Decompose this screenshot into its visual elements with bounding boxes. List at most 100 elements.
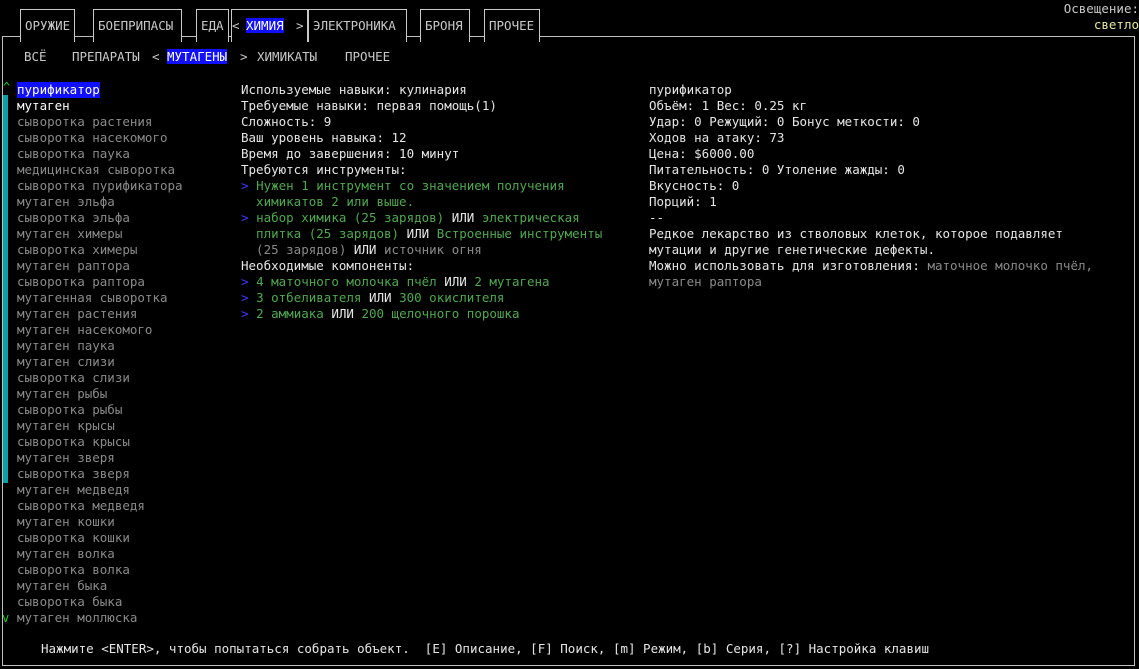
- item_info-text: Порций: 1: [649, 194, 717, 209]
- item_info-text: маточное молочко пчёл,: [927, 258, 1094, 273]
- recipe-list-item[interactable]: мутаген крысы: [17, 418, 115, 434]
- recipe-list-item[interactable]: сыворотка волка: [17, 562, 130, 578]
- recipe-list-item[interactable]: мутаген: [17, 98, 70, 114]
- recipe-list-item[interactable]: мутаген быка: [17, 578, 107, 594]
- requirements-text: (25 зарядов): [241, 242, 347, 257]
- tab-chemistry-label: ХИМИЯ: [246, 18, 284, 33]
- recipe-list-item[interactable]: мутаген химеры: [17, 226, 122, 242]
- recipe-list-item[interactable]: сыворотка крысы: [17, 434, 130, 450]
- requirements-line: > 3 отбеливателя ИЛИ 300 окислителя: [241, 290, 504, 306]
- requirements-line: плитка (25 зарядов) ИЛИ Встроенные инстр…: [241, 226, 602, 242]
- recipe-list-item[interactable]: сыворотка химеры: [17, 242, 137, 258]
- recipe-list-item[interactable]: мутагенная сыворотка: [17, 290, 168, 306]
- requirements-text: 4 маточного молочка пчёл: [256, 274, 437, 289]
- recipe-list-item[interactable]: мутаген медведя: [17, 482, 130, 498]
- requirements-text: >: [241, 178, 257, 193]
- scroll-down-icon[interactable]: v: [2, 611, 9, 625]
- tab-electronics-label: ЭЛЕКТРОНИКА: [313, 18, 396, 33]
- subtab-mutagens[interactable]: МУТАГЕНЫ: [167, 49, 228, 64]
- tab-ammo[interactable]: БОЕПРИПАСЫ: [93, 9, 182, 42]
- recipe-list-item[interactable]: мутаген растения: [17, 306, 137, 322]
- recipe-list-item[interactable]: мутаген волка: [17, 546, 115, 562]
- recipe-list-item[interactable]: мутаген зверя: [17, 450, 115, 466]
- requirements-text: >: [241, 306, 257, 321]
- subtab-drugs[interactable]: ПРЕПАРАТЫ: [72, 49, 140, 64]
- item_info-line: --: [649, 210, 664, 226]
- recipe-list-item[interactable]: сыворотка зверя: [17, 466, 130, 482]
- requirements-text: Необходимые компоненты:: [241, 258, 415, 273]
- recipe-list-item[interactable]: сыворотка медведя: [17, 498, 145, 514]
- recipe-list-item[interactable]: сыворотка эльфа: [17, 210, 130, 226]
- tab-other[interactable]: ПРОЧЕЕ: [484, 9, 540, 42]
- requirements-text: химикатов 2 или выше.: [241, 194, 415, 209]
- requirements-text: Сложность: 9: [241, 114, 332, 129]
- recipe-list-item[interactable]: мутаген паука: [17, 338, 115, 354]
- recipe-list-item[interactable]: сыворотка паука: [17, 146, 130, 162]
- requirements-text: ИЛИ: [323, 306, 362, 321]
- requirements-line: > Нужен 1 инструмент со значением получе…: [241, 178, 565, 194]
- recipe-list-item[interactable]: сыворотка быка: [17, 594, 122, 610]
- requirements-text: ИЛИ: [444, 210, 482, 225]
- recipe-list-item[interactable]: мутаген рыбы: [17, 386, 107, 402]
- item_info-line: Ходов на атаку: 73: [649, 130, 784, 146]
- requirements-text: 200 щелочного порошка: [361, 306, 520, 321]
- requirements-line: Необходимые компоненты:: [241, 258, 414, 274]
- requirements-text: ИЛИ: [361, 290, 400, 305]
- tab-ammo-label: БОЕПРИПАСЫ: [98, 18, 174, 33]
- recipe-list-item[interactable]: сыворотка растения: [17, 114, 152, 130]
- requirements-text: плитка (25 зарядов): [241, 226, 400, 241]
- tab-chemistry[interactable]: < ХИМИЯ >: [231, 9, 308, 42]
- requirements-line: > 4 маточного молочка пчёл ИЛИ 2 мутаген…: [241, 274, 550, 290]
- requirements-text: источник огня: [384, 242, 482, 257]
- item_info-line: Объём: 1 Вес: 0.25 кг: [649, 98, 807, 114]
- tab-weapons[interactable]: ОРУЖИЕ: [20, 9, 75, 42]
- item_info-text: Объём: 1 Вес: 0.25 кг: [649, 98, 808, 113]
- item_info-text: Цена: $6000.00: [649, 146, 755, 161]
- recipe-list-item[interactable]: сыворотка слизи: [17, 370, 130, 386]
- light-value: светло: [1093, 17, 1139, 32]
- recipe-list-item[interactable]: мутаген эльфа: [17, 194, 115, 210]
- requirements-text: ИЛИ: [346, 242, 384, 257]
- recipe-list-item[interactable]: сыворотка пурификатора: [17, 178, 183, 194]
- tab-armor[interactable]: БРОНЯ: [420, 9, 470, 42]
- tab-left-arrow-icon: <: [232, 18, 240, 33]
- recipe-list-item[interactable]: мутаген насекомого: [17, 322, 152, 338]
- item_info-line: Редкое лекарство из стволовых клеток, ко…: [649, 226, 1063, 242]
- item_info-line: мутаген раптора: [649, 274, 762, 290]
- requirements-line: Ваш уровень навыка: 12: [241, 130, 407, 146]
- subtab-all[interactable]: ВСЁ: [24, 49, 47, 64]
- recipe-list-scrollbar[interactable]: [3, 95, 8, 483]
- item_info-text: мутаген раптора: [649, 274, 762, 289]
- subtab-left-arrow-icon: <: [152, 49, 160, 64]
- requirements-line: Требуемые навыки: первая помощь(1): [241, 98, 497, 114]
- requirements-text: 2 мутагена: [474, 274, 550, 289]
- scroll-up-icon[interactable]: ^: [3, 80, 10, 94]
- requirements-text: 3 отбеливателя: [256, 290, 362, 305]
- requirements-text: Время до завершения: 10 минут: [241, 146, 460, 161]
- recipe-list-item[interactable]: сыворотка раптора: [17, 274, 145, 290]
- recipe-list-item[interactable]: пурификатор: [17, 82, 100, 98]
- requirements-line: Время до завершения: 10 минут: [241, 146, 459, 162]
- item_info-text: Удар: 0 Режущий: 0 Бонус меткости: 0: [649, 114, 920, 129]
- recipe-list-item[interactable]: мутаген моллюска: [17, 610, 137, 626]
- tab-food-label: ЕДА: [201, 18, 224, 33]
- item_info-text: Редкое лекарство из стволовых клеток, ко…: [649, 226, 1063, 241]
- recipe-list-item[interactable]: мутаген кошки: [17, 514, 115, 530]
- requirements-text: >: [241, 290, 257, 305]
- recipe-list-item[interactable]: сыворотка насекомого: [17, 130, 168, 146]
- recipe-list-item[interactable]: медицинская сыворотка: [17, 162, 175, 178]
- requirements-text: Ваш уровень навыка: 12: [241, 130, 407, 145]
- tab-food[interactable]: ЕДА: [196, 9, 229, 42]
- light-label: Освещение:: [1063, 1, 1139, 16]
- recipe-list-item[interactable]: мутаген раптора: [17, 258, 130, 274]
- item_info-line: Питательность: 0 Утоление жажды: 0: [649, 162, 905, 178]
- requirements-text: ИЛИ: [399, 226, 437, 241]
- recipe-list-item[interactable]: сыворотка кошки: [17, 530, 130, 546]
- requirements-text: >: [241, 274, 257, 289]
- subtab-other[interactable]: ПРОЧЕЕ: [345, 49, 390, 64]
- recipe-list-item[interactable]: сыворотка рыбы: [17, 402, 122, 418]
- requirements-text: Требуются инструменты:: [241, 162, 407, 177]
- recipe-list-item[interactable]: мутаген слизи: [17, 354, 115, 370]
- tab-electronics[interactable]: ЭЛЕКТРОНИКА: [308, 9, 407, 42]
- subtab-chemicals[interactable]: ХИМИКАТЫ: [257, 49, 317, 64]
